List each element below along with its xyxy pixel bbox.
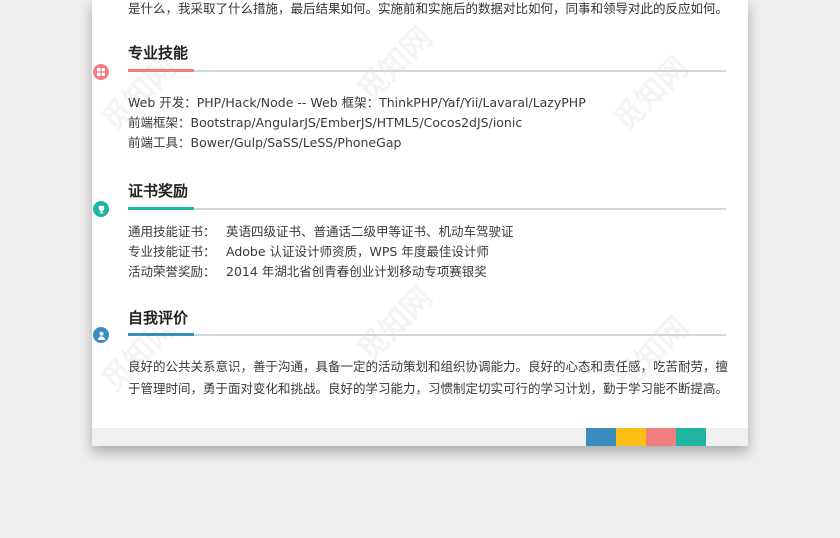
person-icon	[93, 327, 109, 343]
grid-icon	[93, 64, 109, 80]
award-value: 英语四级证书、普通话二级甲等证书、机动车驾驶证	[226, 224, 514, 239]
intro-tail-text: 是什么，我采取了什么措施，最后结果如何。实施前和实施后的数据对比如何，同事和领导…	[128, 1, 729, 16]
divider	[128, 334, 726, 336]
skill-line: Web 开发：PHP/Hack/Node -- Web 框架：ThinkPHP/…	[128, 95, 586, 110]
divider-accent	[128, 69, 194, 72]
award-value: 2014 年湖北省创青春创业计划移动专项赛银奖	[226, 264, 487, 279]
divider	[128, 70, 726, 72]
skill-line: 前端框架：Bootstrap/AngularJS/EmberJS/HTML5/C…	[128, 115, 523, 130]
watermark: 觅知网	[602, 45, 697, 140]
trophy-icon	[93, 201, 109, 217]
footer-color-block	[616, 428, 646, 446]
award-row: 通用技能证书： 英语四级证书、普通话二级甲等证书、机动车驾驶证	[128, 223, 514, 241]
award-value: Adobe 认证设计师资质，WPS 年度最佳设计师	[226, 244, 489, 259]
award-label: 活动荣誉奖励：	[128, 264, 216, 279]
resume-page: 觅知网 觅知网 觅知网 觅知网 觅知网 觅知网 是什么，我采取了什么措施，最后结…	[92, 0, 748, 446]
footer-color-block	[586, 428, 616, 446]
footer-color-block	[646, 428, 676, 446]
award-row: 活动荣誉奖励： 2014 年湖北省创青春创业计划移动专项赛银奖	[128, 263, 487, 281]
divider	[128, 208, 726, 210]
award-row: 专业技能证书： Adobe 认证设计师资质，WPS 年度最佳设计师	[128, 243, 489, 261]
section-title-awards: 证书奖励	[128, 182, 189, 200]
footer-color-block	[676, 428, 706, 446]
section-title-self-eval: 自我评价	[128, 309, 189, 327]
self-eval-text: 良好的公共关系意识，善于沟通，具备一定的活动策划和组织协调能力。良好的心态和责任…	[128, 359, 729, 396]
award-label: 专业技能证书：	[128, 244, 216, 259]
divider-accent	[128, 333, 194, 336]
skill-line: 前端工具：Bower/Gulp/SaSS/LeSS/PhoneGap	[128, 135, 402, 150]
section-title-skills: 专业技能	[128, 44, 189, 62]
divider-accent	[128, 207, 194, 210]
award-label: 通用技能证书：	[128, 224, 216, 239]
